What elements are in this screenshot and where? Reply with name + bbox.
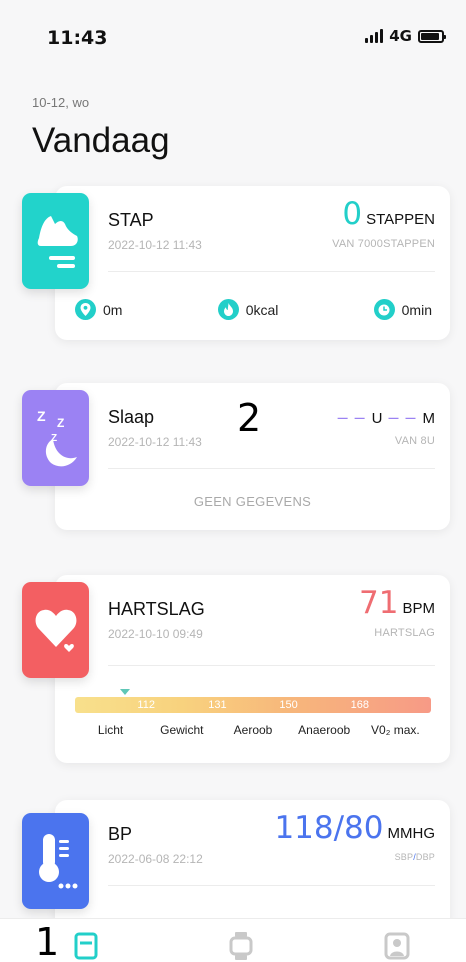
bp-reading: 118/80: [274, 810, 384, 846]
location-pin-icon: [75, 299, 96, 320]
calories-stat: 0kcal: [217, 299, 279, 320]
bp-sub-dbp: DBP: [415, 852, 435, 862]
tab-today[interactable]: [72, 930, 100, 962]
tab-profile[interactable]: [383, 930, 411, 962]
heart-rate-zone-bar: 112 131 150 168: [75, 697, 431, 713]
heart-rate-date: 2022-10-10 09:49: [108, 627, 203, 641]
sleep-minutes-placeholder: – –: [388, 407, 417, 427]
network-label: 4G: [389, 27, 412, 45]
zone-tick: 168: [350, 699, 369, 711]
bp-sub: SBP/DBP: [395, 852, 435, 862]
sleep-minutes-unit: M: [422, 410, 436, 427]
bottom-tab-bar: [0, 918, 466, 962]
bp-sub-sbp: SBP: [394, 852, 414, 862]
status-indicators: 4G: [365, 27, 446, 45]
steps-card[interactable]: STAP 2022-10-12 11:43 0 STAPPEN VAN 7000…: [55, 186, 450, 340]
duration-value: 0min: [401, 301, 432, 318]
sleep-date: 2022-10-12 11:43: [108, 435, 202, 449]
annotation-2: 2: [237, 396, 262, 440]
sleep-value: – – U – – M: [338, 407, 435, 428]
date-label: 10-12, wo: [32, 95, 90, 110]
status-bar: 11:43 4G: [0, 0, 466, 70]
today-icon: [74, 932, 98, 960]
thermometer-icon: [22, 813, 89, 909]
steps-count: 0: [342, 196, 363, 232]
zone-tick: 131: [208, 699, 227, 711]
bpm-value: 71: [359, 585, 399, 621]
steps-date: 2022-10-12 11:43: [108, 238, 202, 252]
zone-tick: 150: [279, 699, 298, 711]
heart-rate-divider: [108, 665, 435, 666]
watch-icon: [229, 932, 253, 960]
steps-divider: [108, 271, 435, 272]
sleep-title: Slaap: [108, 407, 155, 427]
heart-icon: [22, 582, 89, 678]
heart-rate-value: 71 BPM: [359, 585, 435, 621]
zone-tick: 112: [137, 699, 155, 711]
zone-label: Anaeroob: [298, 723, 351, 737]
profile-icon: [384, 932, 410, 960]
bp-value: 118/80 MMHG: [274, 810, 435, 846]
distance-stat: 0m: [75, 299, 122, 320]
zone-label: Gewicht: [160, 723, 204, 737]
annotation-1: 1: [35, 920, 60, 962]
svg-text:Z: Z: [57, 416, 64, 430]
tab-device[interactable]: [227, 930, 255, 962]
sleep-hours-placeholder: – –: [337, 407, 366, 427]
sleep-no-data: GEEN GEGEVENS: [193, 494, 312, 509]
svg-text:Z: Z: [37, 408, 46, 424]
signal-icon: [365, 29, 384, 43]
duration-stat: 0min: [373, 299, 432, 320]
zone-label: Licht: [97, 723, 124, 737]
status-time: 11:43: [47, 27, 108, 49]
current-zone-marker: [120, 689, 130, 695]
battery-icon: [418, 29, 446, 43]
calories-value: 0kcal: [245, 301, 279, 318]
steps-title: STAP: [108, 210, 154, 230]
steps-unit: STAPPEN: [366, 211, 435, 228]
bp-title: BP: [108, 824, 133, 844]
heart-rate-title: HARTSLAG: [108, 599, 205, 619]
bp-unit: MMHG: [387, 825, 436, 842]
sleep-hours-unit: U: [371, 410, 383, 427]
clock-icon: [373, 299, 395, 320]
heart-rate-card[interactable]: HARTSLAG 2022-10-10 09:49 71 BPM HARTSLA…: [55, 575, 450, 763]
sleep-goal: VAN 8U: [394, 435, 435, 447]
blood-pressure-card[interactable]: BP 2022-06-08 22:12 118/80 MMHG SBP/DBP: [55, 800, 450, 930]
sleep-divider: [108, 468, 435, 469]
steps-value: 0 STAPPEN: [342, 196, 435, 232]
shoe-icon: [22, 193, 89, 289]
flame-icon: [217, 299, 239, 320]
zone-label: V0₂ max.: [371, 723, 420, 737]
steps-goal: VAN 7000STAPPEN: [332, 238, 435, 250]
bpm-unit: BPM: [402, 600, 435, 617]
moon-icon: Z Z Z: [22, 390, 89, 486]
bp-date: 2022-06-08 22:12: [108, 852, 203, 866]
heart-rate-sub: HARTSLAG: [374, 627, 435, 639]
page-title: Vandaag: [32, 121, 170, 160]
bp-divider: [108, 885, 435, 886]
steps-stats: 0m 0kcal 0min: [75, 299, 432, 320]
distance-value: 0m: [103, 301, 123, 318]
zone-label: Aeroob: [233, 723, 273, 737]
